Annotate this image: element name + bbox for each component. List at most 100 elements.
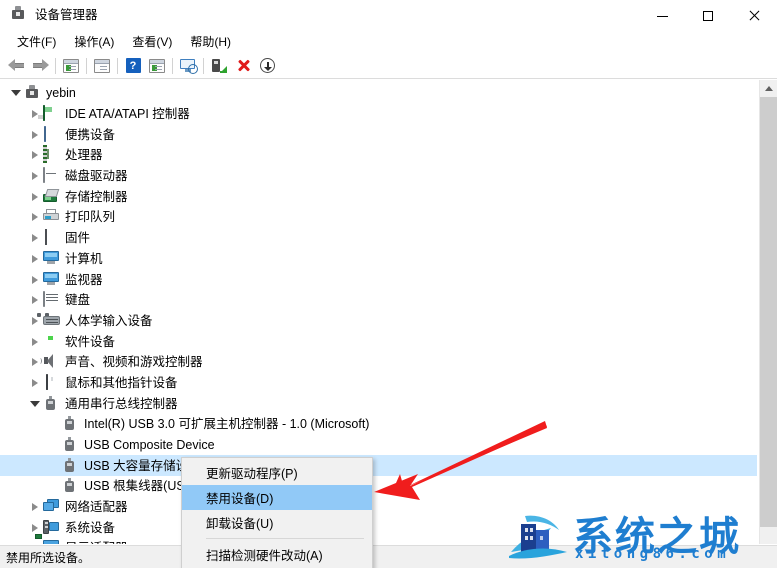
usb-icon: [62, 478, 79, 494]
tree-node-usb-controllers[interactable]: 通用串行总线控制器: [0, 393, 757, 414]
chevron-down-icon[interactable]: [27, 394, 43, 414]
tree-node-usb-composite-device[interactable]: USB Composite Device: [0, 435, 757, 456]
back-button[interactable]: [4, 55, 28, 77]
menu-file[interactable]: 文件(F): [8, 33, 65, 51]
maximize-button[interactable]: [685, 0, 731, 32]
toolbar: ?: [0, 53, 777, 79]
menu-help[interactable]: 帮助(H): [181, 33, 240, 51]
chevron-right-icon[interactable]: [27, 249, 43, 269]
context-menu[interactable]: 更新驱动程序(P)禁用设备(D)卸载设备(U)扫描检测硬件改动(A)属性: [181, 457, 373, 568]
computer-root-icon: [24, 85, 41, 101]
tree-node-sound-video-game[interactable]: 声音、视频和游戏控制器: [0, 352, 757, 373]
tree-node-storage-controllers[interactable]: 存储控制器: [0, 186, 757, 207]
tree-node-label: 磁盘驱动器: [65, 169, 128, 184]
chevron-down-icon[interactable]: [8, 83, 24, 103]
device-manager-icon: [10, 6, 28, 24]
chevron-right-icon[interactable]: [27, 187, 43, 207]
tree-node-disk-drives[interactable]: 磁盘驱动器: [0, 166, 757, 187]
tree-node-label: 显示适配器: [65, 540, 128, 544]
ctx-scan-hardware[interactable]: 扫描检测硬件改动(A): [182, 542, 372, 567]
toolbar-separator: [172, 57, 173, 74]
ctx-disable-device[interactable]: 禁用设备(D): [182, 485, 372, 510]
vertical-scrollbar[interactable]: [759, 80, 777, 544]
back-arrow-icon: [7, 59, 25, 72]
console-tree-icon: [63, 58, 79, 73]
maximize-icon: [703, 11, 713, 21]
tree-node-yebin[interactable]: yebin: [0, 83, 757, 104]
disable-device-button[interactable]: [231, 55, 255, 77]
toolbar-separator: [55, 57, 56, 74]
uninstall-device-button[interactable]: [207, 55, 231, 77]
software-device-icon: [43, 334, 60, 350]
tree-node-intel-usb30[interactable]: Intel(R) USB 3.0 可扩展主机控制器 - 1.0 (Microso…: [0, 414, 757, 435]
show-hide-console-tree-button[interactable]: [59, 55, 83, 77]
menu-action[interactable]: 操作(A): [65, 33, 123, 51]
minimize-button[interactable]: [639, 0, 685, 32]
keyboard-icon: [43, 291, 60, 308]
tree-node-portable-devices[interactable]: 便携设备: [0, 124, 757, 145]
help-button[interactable]: ?: [121, 55, 145, 77]
enable-device-button[interactable]: [255, 55, 279, 77]
tree-node-usb-mass-storage[interactable]: USB 大容量存储设备: [0, 455, 757, 477]
tree-node-label: 计算机: [65, 251, 103, 266]
scrollbar-thumb[interactable]: [760, 97, 777, 527]
usb-icon: [62, 416, 79, 432]
tree-node-label: 固件: [65, 231, 91, 246]
window-title: 设备管理器: [35, 8, 98, 22]
chevron-right-icon[interactable]: [27, 373, 43, 393]
tree-node-label: 存储控制器: [65, 189, 128, 204]
chevron-right-icon[interactable]: [27, 207, 43, 227]
firmware-icon: [43, 229, 60, 246]
context-menu-item-label: 扫描检测硬件改动(A): [206, 549, 323, 563]
portable-device-icon: [43, 125, 60, 143]
chevron-right-icon[interactable]: [27, 290, 43, 310]
update-driver-button[interactable]: [176, 55, 200, 77]
tree-node-label: 监视器: [65, 272, 103, 287]
processor-icon: [43, 145, 60, 164]
context-menu-item-label: 更新驱动程序(P): [206, 467, 298, 481]
tree-node-hid[interactable]: 人体学输入设备: [0, 311, 757, 332]
watermark-logo-icon: [509, 515, 567, 559]
print-queue-icon: [43, 209, 60, 225]
scan-hardware-icon: [149, 58, 165, 73]
tree-node-label: 声音、视频和游戏控制器: [65, 355, 203, 370]
chevron-right-icon[interactable]: [27, 125, 43, 145]
chevron-up-icon: [764, 86, 773, 91]
tree-node-mice[interactable]: 鼠标和其他指针设备: [0, 373, 757, 394]
tree-node-keyboards[interactable]: 键盘: [0, 290, 757, 311]
tree-node-monitors[interactable]: 监视器: [0, 269, 757, 290]
title-bar: 设备管理器: [0, 0, 777, 32]
ctx-update-driver[interactable]: 更新驱动程序(P): [182, 460, 372, 485]
scroll-up-button[interactable]: [760, 80, 777, 97]
chevron-right-icon[interactable]: [27, 166, 43, 186]
watermark: 系统之城 xitong86.com: [505, 506, 773, 566]
chevron-right-icon[interactable]: [27, 332, 43, 352]
chevron-right-icon[interactable]: [27, 270, 43, 290]
device-tree-pane[interactable]: yebin IDE ATA/ATAPI 控制器 便携设备 处理器磁盘驱动器存储控制器打…: [0, 80, 777, 544]
tree-node-processors[interactable]: 处理器: [0, 145, 757, 166]
tree-node-firmware[interactable]: 固件: [0, 228, 757, 249]
toolbar-separator: [86, 57, 87, 74]
scan-hardware-button[interactable]: [145, 55, 169, 77]
chevron-right-icon[interactable]: [27, 104, 43, 124]
tree-node-ide-ata-atapi[interactable]: IDE ATA/ATAPI 控制器: [0, 104, 757, 125]
tree-node-label: 人体学输入设备: [65, 313, 153, 328]
display-adapter-icon: [35, 534, 60, 544]
tree-node-usb-root-hub[interactable]: USB 根集线器(USB 3.0): [0, 476, 757, 497]
system-device-icon: [43, 519, 60, 536]
tree-node-label: yebin: [46, 86, 76, 101]
tree-node-computer[interactable]: 计算机: [0, 249, 757, 270]
tree-node-software-devices[interactable]: 软件设备: [0, 331, 757, 352]
tree-node-label: USB Composite Device: [84, 438, 215, 453]
menu-view[interactable]: 查看(V): [123, 33, 181, 51]
chevron-right-icon[interactable]: [27, 497, 43, 517]
properties-button[interactable]: [90, 55, 114, 77]
chevron-right-icon[interactable]: [27, 228, 43, 248]
forward-button[interactable]: [28, 55, 52, 77]
chevron-right-icon[interactable]: [27, 145, 43, 165]
ctx-uninstall-device[interactable]: 卸载设备(U): [182, 510, 372, 535]
tree-node-print-queues[interactable]: 打印队列: [0, 207, 757, 228]
close-button[interactable]: [731, 0, 777, 32]
close-icon: [748, 10, 760, 22]
